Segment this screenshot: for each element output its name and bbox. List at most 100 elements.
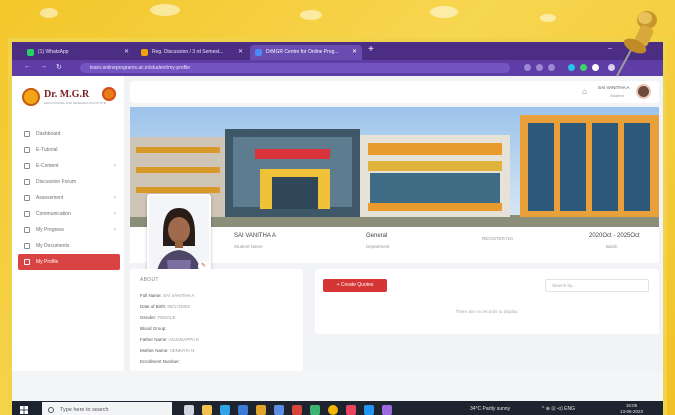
sidebar: Dr. M.G.R EDUCATIONAL AND RESEARCH INSTI… — [12, 76, 124, 371]
back-icon[interactable]: ← — [24, 63, 31, 70]
profile-icon — [24, 259, 30, 265]
sidebar-item-label: Assessment — [36, 195, 64, 201]
about-row-label: Gender: — [140, 315, 157, 320]
about-row: Mother Name: VENKATA N — [140, 348, 194, 353]
sidebar-item-label: My Progress — [36, 227, 65, 233]
about-row-value: FEMALE — [157, 315, 176, 320]
clock[interactable]: 15:05 13-06-2023 — [620, 403, 643, 415]
app-icon[interactable] — [274, 405, 284, 415]
background-sparkle — [430, 6, 458, 18]
extension-icon[interactable] — [548, 64, 555, 71]
documents-icon — [24, 243, 30, 249]
extension-icon[interactable] — [580, 64, 587, 71]
register-no-label: REGISTER NO — [482, 236, 514, 241]
reload-icon[interactable]: ↻ — [56, 63, 62, 71]
close-tab-icon[interactable]: ✕ — [352, 45, 357, 60]
sidebar-item-discussion-forum[interactable]: Discussion Forum — [12, 174, 124, 190]
photo-frame: (1) WhatsApp ✕ Reg. Discussion / 3 rd Se… — [8, 38, 667, 415]
close-tab-icon[interactable]: ✕ — [238, 45, 243, 60]
file-explorer-icon[interactable] — [202, 405, 212, 415]
forum-icon — [24, 179, 30, 185]
sidebar-item-e-content[interactable]: E-Content › — [12, 158, 124, 174]
extension-icon[interactable] — [524, 64, 531, 71]
new-tab-button[interactable]: + — [368, 44, 374, 55]
about-title: ABOUT — [140, 277, 159, 283]
tab-label: DrMGR Centre for Online Prog... — [266, 49, 339, 55]
background-sparkle — [150, 4, 180, 16]
about-row-label: Mother Name: — [140, 348, 169, 353]
batch-label: Batch — [606, 244, 618, 249]
app-icon[interactable] — [292, 405, 302, 415]
app-icon[interactable] — [346, 405, 356, 415]
system-tray[interactable]: ^ ⊕ ⊡ ⊲) ENG — [542, 406, 575, 412]
about-row-value: VENKATA N — [169, 348, 195, 353]
home-icon[interactable]: ⌂ — [582, 87, 587, 96]
chrome-icon[interactable] — [328, 405, 338, 415]
about-row: Full Name: SAI VANITHA A — [140, 293, 194, 298]
browser-tab[interactable]: (1) WhatsApp ✕ — [22, 45, 134, 60]
extension-icon[interactable] — [536, 64, 543, 71]
store-icon[interactable] — [238, 405, 248, 415]
close-tab-icon[interactable]: ✕ — [124, 45, 129, 60]
browser-tab[interactable]: Reg. Discussion / 3 rd Semest... ✕ — [136, 45, 248, 60]
app-icon[interactable] — [382, 405, 392, 415]
edge-icon[interactable] — [220, 405, 230, 415]
browser-tab-active[interactable]: DrMGR Centre for Online Prog... ✕ — [250, 45, 362, 60]
about-row-label: Full Name: — [140, 293, 162, 298]
weather-widget[interactable]: 34°C Partly sunny — [470, 406, 510, 412]
push-pin-icon — [616, 11, 657, 77]
browser-tab-bar: (1) WhatsApp ✕ Reg. Discussion / 3 rd Se… — [12, 42, 663, 60]
logo-text: Dr. M.G.R — [44, 89, 90, 100]
about-row: Enrollment Number: — [140, 359, 180, 364]
windows-taskbar: Type here to search 34°C Partly sunny ^ … — [12, 401, 663, 415]
sidebar-item-assessment[interactable]: Assessment › — [12, 190, 124, 206]
department-value: General — [366, 233, 388, 239]
web-app: Dr. M.G.R EDUCATIONAL AND RESEARCH INSTI… — [12, 76, 663, 371]
taskbar-search-placeholder: Type here to search — [60, 407, 109, 413]
sidebar-item-my-documents[interactable]: My Documents — [12, 238, 124, 254]
sidebar-item-label: E-Tutorial — [36, 147, 58, 153]
sidebar-item-my-profile[interactable]: My Profile — [18, 254, 120, 270]
about-row-value: 06/17/2002 — [167, 304, 191, 309]
chevron-right-icon: › — [114, 211, 116, 217]
tutorial-icon — [24, 147, 30, 153]
url-input[interactable]: learn.onlineprograms.ac.in/student/my-pr… — [80, 63, 510, 73]
clock-date: 13-06-2023 — [620, 409, 644, 414]
sidebar-item-communication[interactable]: Communication › — [12, 206, 124, 222]
app-icon[interactable] — [310, 405, 320, 415]
content-icon — [24, 163, 30, 169]
search-input[interactable]: Search by... — [545, 279, 649, 292]
chevron-right-icon: › — [114, 163, 116, 169]
taskbar-search-input[interactable]: Type here to search — [42, 402, 172, 415]
batch-value: 2020Oct - 2025Oct — [589, 233, 640, 239]
about-row-value: SAI VANITHA A — [163, 293, 195, 298]
about-row-label: Date of Birth: — [140, 304, 167, 309]
sidebar-menu: Dashboard E-Tutorial E-Content › Discussi… — [12, 126, 124, 270]
task-view-icon[interactable] — [184, 405, 194, 415]
forward-icon[interactable]: → — [40, 63, 47, 70]
app-icon[interactable] — [256, 405, 266, 415]
tab-label: (1) WhatsApp — [38, 49, 69, 55]
sidebar-item-label: Dashboard — [36, 131, 61, 137]
top-header: ⌂ SAI VANITHA A Student — [130, 81, 659, 103]
windows-start-icon[interactable] — [20, 406, 28, 414]
background-sparkle — [300, 10, 322, 20]
sidebar-item-e-tutorial[interactable]: E-Tutorial — [12, 142, 124, 158]
about-row: Date of Birth: 06/17/2002 — [140, 304, 190, 309]
extension-icon[interactable] — [568, 64, 575, 71]
avatar[interactable] — [636, 84, 651, 99]
about-row: Father Name: ANJANAPPA K — [140, 337, 199, 342]
logo-subtitle: EDUCATIONAL AND RESEARCH INSTITUTE — [44, 101, 106, 105]
sidebar-item-my-progress[interactable]: My Progress › — [12, 222, 124, 238]
about-row: Gender: FEMALE — [140, 315, 176, 320]
create-quotes-button[interactable]: + Create Quotes — [323, 279, 387, 292]
whatsapp-icon — [27, 49, 34, 56]
student-name-label: Student Name — [234, 244, 263, 249]
about-row: Blood Group: — [140, 326, 167, 331]
student-name-value: SAI VANITHA A — [234, 233, 276, 239]
chevron-right-icon: › — [114, 195, 116, 201]
communication-icon — [24, 211, 30, 217]
sidebar-item-dashboard[interactable]: Dashboard — [12, 126, 124, 142]
app-icon[interactable] — [364, 405, 374, 415]
extension-icon[interactable] — [592, 64, 599, 71]
